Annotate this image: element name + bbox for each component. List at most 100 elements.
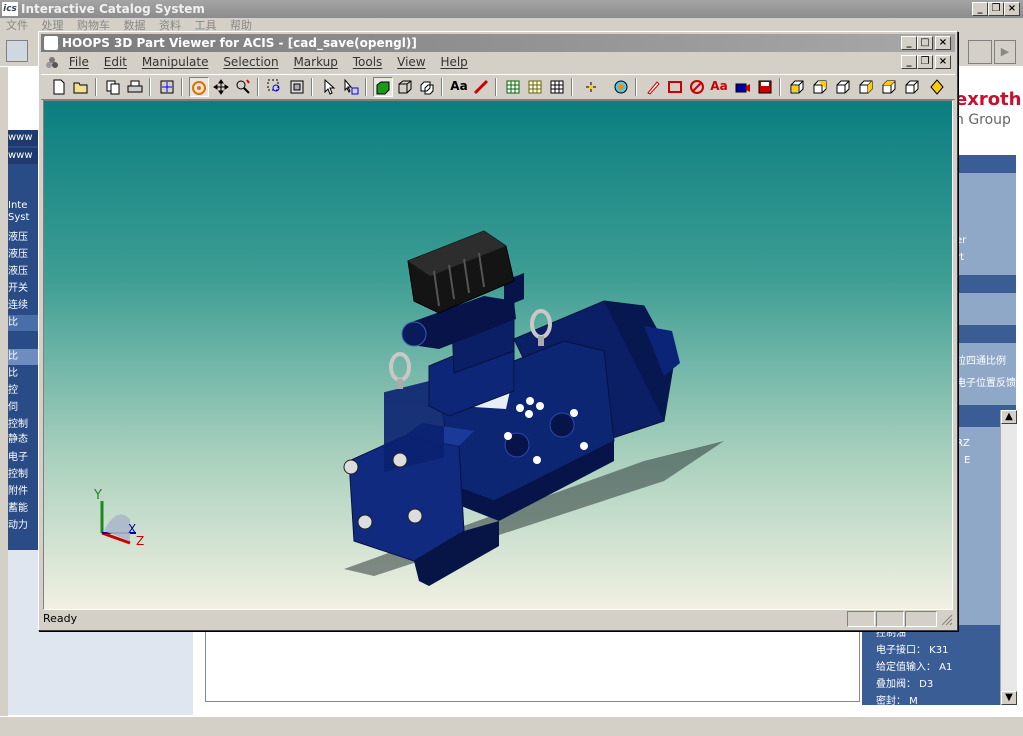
shaded-icon[interactable] [373,77,393,97]
fit-icon[interactable] [157,77,177,97]
zoom-window-icon[interactable] [265,77,285,97]
screw-hole [536,402,544,410]
view-top-icon[interactable] [902,77,922,97]
menu-view[interactable]: View [397,53,425,72]
nav-item[interactable]: 附件 [8,484,38,500]
copy-icon[interactable] [103,77,123,97]
hidden-line-icon[interactable] [417,77,437,97]
ics-title-bar: ics Interactive Catalog System [0,0,1023,18]
markup-erase-icon[interactable] [687,77,707,97]
scroll-down-icon[interactable]: ▼ [1001,691,1017,705]
pan-icon[interactable] [211,77,231,97]
zoom-icon[interactable] [233,77,253,97]
screw-hole [516,404,524,412]
document-icon[interactable] [45,55,59,69]
text-icon[interactable]: Aa [449,77,469,97]
camera-icon[interactable] [611,77,631,97]
measure-icon[interactable] [471,77,491,97]
nav-item[interactable]: 蓄能 [8,501,38,517]
hoops-app-icon [44,36,58,50]
nav-item[interactable]: 动力 [8,518,38,534]
nav-item[interactable]: 连续 [8,298,38,314]
view-right-icon[interactable] [879,77,899,97]
ics-left-nav: www www Inte Syst 液压 液压 液压 开关 连续 比 比 比 控… [8,130,38,550]
spec-item[interactable]: 密封： M [862,693,1002,710]
select-area-icon[interactable] [341,77,361,97]
view-left-icon[interactable] [856,77,876,97]
nav-item[interactable]: 电子 [8,450,38,466]
nav-item[interactable]: 液压 [8,264,38,280]
nav-item[interactable]: 控制 [8,417,38,433]
nav-item[interactable]: 静态 [8,432,38,448]
viewer-minimize-button[interactable]: _ [901,36,917,50]
eye-bolt-stem [538,336,544,346]
grid3-icon[interactable] [547,77,567,97]
nav-item[interactable]: 控制 [8,467,38,483]
markup-text-icon[interactable]: Aa [709,77,729,97]
wireframe-icon[interactable] [395,77,415,97]
nav-item[interactable]: 比 [8,315,38,331]
doc-minimize-button[interactable]: _ [901,55,917,69]
orbit-icon[interactable] [189,77,209,97]
spec-item[interactable]: 电子接口： K31 [862,642,1002,659]
status-panel [905,611,937,627]
menu-edit[interactable]: Edit [104,53,127,72]
screw-hole [504,432,512,440]
spec-item[interactable]: 给定值输入： A1 [862,659,1002,676]
resize-grip-icon[interactable] [941,614,953,626]
center-icon[interactable] [581,77,601,97]
nav-item[interactable]: www [8,148,38,164]
markup-pen-icon[interactable] [643,77,663,97]
nav-item[interactable]: 比 [8,366,38,382]
menu-markup[interactable]: Markup [293,53,337,72]
ics-restore-button[interactable]: ❐ [988,2,1004,16]
spec-item[interactable]: 叠加阀： D3 [862,676,1002,693]
doc-restore-button[interactable]: ❐ [917,55,933,69]
ics-close-button[interactable]: × [1004,2,1020,16]
menu-help[interactable]: Help [440,53,467,72]
nav-item[interactable]: www [8,130,38,146]
ics-scrollbar[interactable]: ▲ ▼ [1000,410,1017,705]
nav-item[interactable]: 液压 [8,230,38,246]
open-icon[interactable] [71,77,91,97]
nav-item[interactable]: 控 [8,383,38,399]
select-icon[interactable] [319,77,339,97]
z-axis-label: Z [136,534,144,548]
ics-home-icon[interactable] [6,40,28,62]
print-icon[interactable] [125,77,145,97]
ics-minimize-button[interactable]: _ [972,2,988,16]
markup-rect-icon[interactable] [665,77,685,97]
nav-item[interactable]: 液压 [8,247,38,263]
eye-bolt [389,352,411,382]
view-iso-icon[interactable] [787,77,807,97]
grid2-icon[interactable] [525,77,545,97]
menu-selection[interactable]: Selection [223,53,278,72]
eye-bolt-stem [397,379,403,389]
zoom-extents-icon[interactable] [287,77,307,97]
ics-menu-file[interactable]: 文件 [6,18,28,34]
view-front-icon[interactable] [810,77,830,97]
ics-forward-icon[interactable]: ▶ [994,40,1016,64]
menu-file[interactable]: File [69,53,89,72]
new-icon[interactable] [49,77,69,97]
scroll-up-icon[interactable]: ▲ [1001,410,1017,424]
y-axis-label: Y [93,488,102,503]
view-back-icon[interactable] [833,77,853,97]
light-icon[interactable] [927,77,947,97]
nav-item[interactable]: 伺 [8,400,38,416]
doc-close-button[interactable]: × [935,55,951,69]
viewer-title-bar[interactable]: HOOPS 3D Part Viewer for ACIS - [cad_sav… [41,34,955,52]
nav-item[interactable] [8,332,38,348]
viewer-maximize-button[interactable]: □ [917,36,933,50]
ics-back-icon[interactable] [968,40,992,64]
viewer-close-button[interactable]: × [935,36,951,50]
hoops-viewer-window: HOOPS 3D Part Viewer for ACIS - [cad_sav… [38,31,958,631]
3d-viewport[interactable]: Y X Z [43,100,953,610]
markup-camera-icon[interactable] [733,77,753,97]
markup-save-icon[interactable] [755,77,775,97]
nav-item[interactable]: 比 [8,349,38,365]
menu-manipulate[interactable]: Manipulate [142,53,209,72]
menu-tools[interactable]: Tools [353,53,383,72]
grid1-icon[interactable] [503,77,523,97]
nav-item[interactable]: 开关 [8,281,38,297]
